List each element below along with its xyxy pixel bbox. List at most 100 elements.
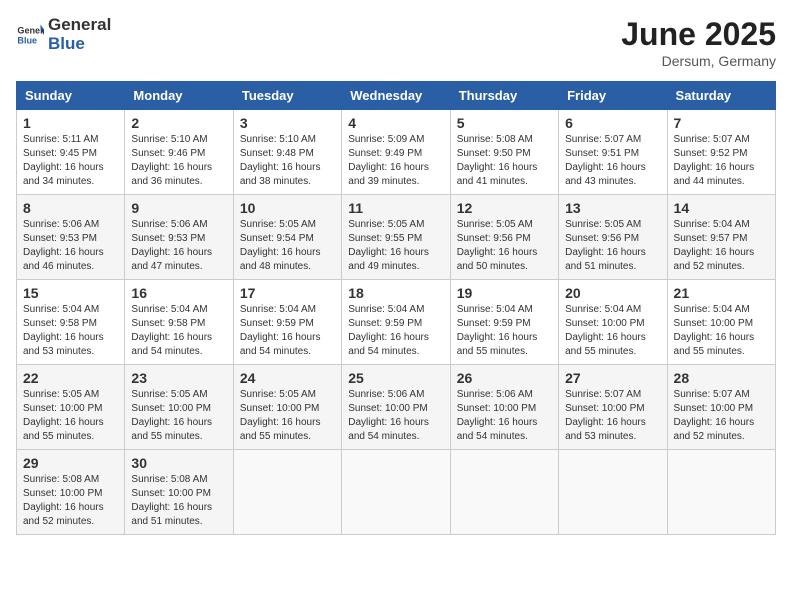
- day-info: Sunrise: 5:06 AMSunset: 10:00 PMDaylight…: [348, 388, 443, 444]
- day-info: Sunrise: 5:08 AMSunset: 9:50 PMDaylight:…: [457, 133, 552, 189]
- day-number: 24: [240, 370, 335, 386]
- day-number: 25: [348, 370, 443, 386]
- col-monday: Monday: [125, 82, 233, 110]
- day-info: Sunrise: 5:06 AMSunset: 9:53 PMDaylight:…: [23, 218, 118, 274]
- day-number: 7: [674, 115, 769, 131]
- calendar-cell: 13 Sunrise: 5:05 AMSunset: 9:56 PMDayligh…: [559, 195, 667, 280]
- calendar-cell: 30 Sunrise: 5:08 AMSunset: 10:00 PMDaylig…: [125, 450, 233, 535]
- day-number: 14: [674, 200, 769, 216]
- day-number: 15: [23, 285, 118, 301]
- calendar-cell: [342, 450, 450, 535]
- day-number: 23: [131, 370, 226, 386]
- day-info: Sunrise: 5:06 AMSunset: 10:00 PMDaylight…: [457, 388, 552, 444]
- day-number: 20: [565, 285, 660, 301]
- day-info: Sunrise: 5:04 AMSunset: 9:59 PMDaylight:…: [348, 303, 443, 359]
- location-subtitle: Dersum, Germany: [621, 53, 776, 69]
- day-number: 3: [240, 115, 335, 131]
- col-thursday: Thursday: [450, 82, 558, 110]
- svg-text:General: General: [17, 25, 44, 35]
- day-info: Sunrise: 5:08 AMSunset: 10:00 PMDaylight…: [23, 473, 118, 529]
- day-info: Sunrise: 5:04 AMSunset: 10:00 PMDaylight…: [674, 303, 769, 359]
- calendar-cell: 24 Sunrise: 5:05 AMSunset: 10:00 PMDaylig…: [233, 365, 341, 450]
- day-info: Sunrise: 5:11 AMSunset: 9:45 PMDaylight:…: [23, 133, 118, 189]
- day-number: 28: [674, 370, 769, 386]
- calendar-week-2: 8Sunrise: 5:06 AMSunset: 9:53 PMDaylight…: [17, 195, 776, 280]
- day-info: Sunrise: 5:07 AMSunset: 9:52 PMDaylight:…: [674, 133, 769, 189]
- calendar-cell: 23 Sunrise: 5:05 AMSunset: 10:00 PMDaylig…: [125, 365, 233, 450]
- day-info: Sunrise: 5:09 AMSunset: 9:49 PMDaylight:…: [348, 133, 443, 189]
- calendar-cell: 29 Sunrise: 5:08 AMSunset: 10:00 PMDaylig…: [17, 450, 125, 535]
- day-number: 26: [457, 370, 552, 386]
- day-info: Sunrise: 5:04 AMSunset: 9:59 PMDaylight:…: [457, 303, 552, 359]
- calendar-cell: [450, 450, 558, 535]
- svg-text:Blue: Blue: [17, 35, 37, 45]
- col-friday: Friday: [559, 82, 667, 110]
- logo-general-text: General: [48, 16, 111, 35]
- day-info: Sunrise: 5:08 AMSunset: 10:00 PMDaylight…: [131, 473, 226, 529]
- day-info: Sunrise: 5:05 AMSunset: 10:00 PMDaylight…: [23, 388, 118, 444]
- calendar-table: Sunday Monday Tuesday Wednesday Thursday…: [16, 81, 776, 535]
- calendar-cell: 19Sunrise: 5:04 AMSunset: 9:59 PMDayligh…: [450, 280, 558, 365]
- col-wednesday: Wednesday: [342, 82, 450, 110]
- day-info: Sunrise: 5:05 AMSunset: 10:00 PMDaylight…: [240, 388, 335, 444]
- day-number: 18: [348, 285, 443, 301]
- day-info: Sunrise: 5:05 AMSunset: 9:56 PMDaylight:…: [457, 218, 552, 274]
- calendar-week-4: 22 Sunrise: 5:05 AMSunset: 10:00 PMDaylig…: [17, 365, 776, 450]
- day-info: Sunrise: 5:10 AMSunset: 9:48 PMDaylight:…: [240, 133, 335, 189]
- calendar-cell: 4 Sunrise: 5:09 AMSunset: 9:49 PMDaylight…: [342, 110, 450, 195]
- day-info: Sunrise: 5:04 AMSunset: 9:58 PMDaylight:…: [23, 303, 118, 359]
- day-number: 22: [23, 370, 118, 386]
- day-info: Sunrise: 5:07 AMSunset: 9:51 PMDaylight:…: [565, 133, 660, 189]
- calendar-cell: 22 Sunrise: 5:05 AMSunset: 10:00 PMDaylig…: [17, 365, 125, 450]
- calendar-cell: 7 Sunrise: 5:07 AMSunset: 9:52 PMDaylight…: [667, 110, 775, 195]
- calendar-week-1: 1 Sunrise: 5:11 AMSunset: 9:45 PMDaylight…: [17, 110, 776, 195]
- day-info: Sunrise: 5:04 AMSunset: 9:57 PMDaylight:…: [674, 218, 769, 274]
- day-number: 30: [131, 455, 226, 471]
- day-number: 27: [565, 370, 660, 386]
- day-info: Sunrise: 5:10 AMSunset: 9:46 PMDaylight:…: [131, 133, 226, 189]
- day-info: Sunrise: 5:07 AMSunset: 10:00 PMDaylight…: [565, 388, 660, 444]
- calendar-cell: 8Sunrise: 5:06 AMSunset: 9:53 PMDaylight…: [17, 195, 125, 280]
- day-info: Sunrise: 5:06 AMSunset: 9:53 PMDaylight:…: [131, 218, 226, 274]
- month-year-title: June 2025: [621, 16, 776, 53]
- logo-icon: General Blue: [16, 21, 44, 49]
- calendar-cell: 11Sunrise: 5:05 AMSunset: 9:55 PMDayligh…: [342, 195, 450, 280]
- calendar-cell: 21 Sunrise: 5:04 AMSunset: 10:00 PMDaylig…: [667, 280, 775, 365]
- day-number: 17: [240, 285, 335, 301]
- calendar-cell: 20 Sunrise: 5:04 AMSunset: 10:00 PMDaylig…: [559, 280, 667, 365]
- day-number: 29: [23, 455, 118, 471]
- calendar-cell: 2 Sunrise: 5:10 AMSunset: 9:46 PMDaylight…: [125, 110, 233, 195]
- calendar-cell: 10Sunrise: 5:05 AMSunset: 9:54 PMDayligh…: [233, 195, 341, 280]
- day-number: 4: [348, 115, 443, 131]
- calendar-header-row: Sunday Monday Tuesday Wednesday Thursday…: [17, 82, 776, 110]
- day-number: 13: [565, 200, 660, 216]
- calendar-cell: 6 Sunrise: 5:07 AMSunset: 9:51 PMDaylight…: [559, 110, 667, 195]
- calendar-cell: 15 Sunrise: 5:04 AMSunset: 9:58 PMDayligh…: [17, 280, 125, 365]
- calendar-cell: 12 Sunrise: 5:05 AMSunset: 9:56 PMDayligh…: [450, 195, 558, 280]
- calendar-cell: 28 Sunrise: 5:07 AMSunset: 10:00 PMDaylig…: [667, 365, 775, 450]
- calendar-cell: 26 Sunrise: 5:06 AMSunset: 10:00 PMDaylig…: [450, 365, 558, 450]
- calendar-cell: 17 Sunrise: 5:04 AMSunset: 9:59 PMDayligh…: [233, 280, 341, 365]
- day-number: 11: [348, 200, 443, 216]
- logo: General Blue General Blue: [16, 16, 111, 53]
- day-info: Sunrise: 5:04 AMSunset: 10:00 PMDaylight…: [565, 303, 660, 359]
- calendar-cell: 5Sunrise: 5:08 AMSunset: 9:50 PMDaylight…: [450, 110, 558, 195]
- day-info: Sunrise: 5:05 AMSunset: 9:56 PMDaylight:…: [565, 218, 660, 274]
- day-number: 1: [23, 115, 118, 131]
- day-info: Sunrise: 5:04 AMSunset: 9:58 PMDaylight:…: [131, 303, 226, 359]
- day-number: 2: [131, 115, 226, 131]
- col-tuesday: Tuesday: [233, 82, 341, 110]
- calendar-cell: 1 Sunrise: 5:11 AMSunset: 9:45 PMDaylight…: [17, 110, 125, 195]
- calendar-week-3: 15 Sunrise: 5:04 AMSunset: 9:58 PMDayligh…: [17, 280, 776, 365]
- page-header: General Blue General Blue June 2025 Ders…: [16, 16, 776, 69]
- logo-blue-text: Blue: [48, 35, 111, 54]
- col-saturday: Saturday: [667, 82, 775, 110]
- day-number: 6: [565, 115, 660, 131]
- day-info: Sunrise: 5:05 AMSunset: 10:00 PMDaylight…: [131, 388, 226, 444]
- day-info: Sunrise: 5:04 AMSunset: 9:59 PMDaylight:…: [240, 303, 335, 359]
- day-info: Sunrise: 5:07 AMSunset: 10:00 PMDaylight…: [674, 388, 769, 444]
- day-number: 21: [674, 285, 769, 301]
- day-number: 16: [131, 285, 226, 301]
- title-area: June 2025 Dersum, Germany: [621, 16, 776, 69]
- day-number: 12: [457, 200, 552, 216]
